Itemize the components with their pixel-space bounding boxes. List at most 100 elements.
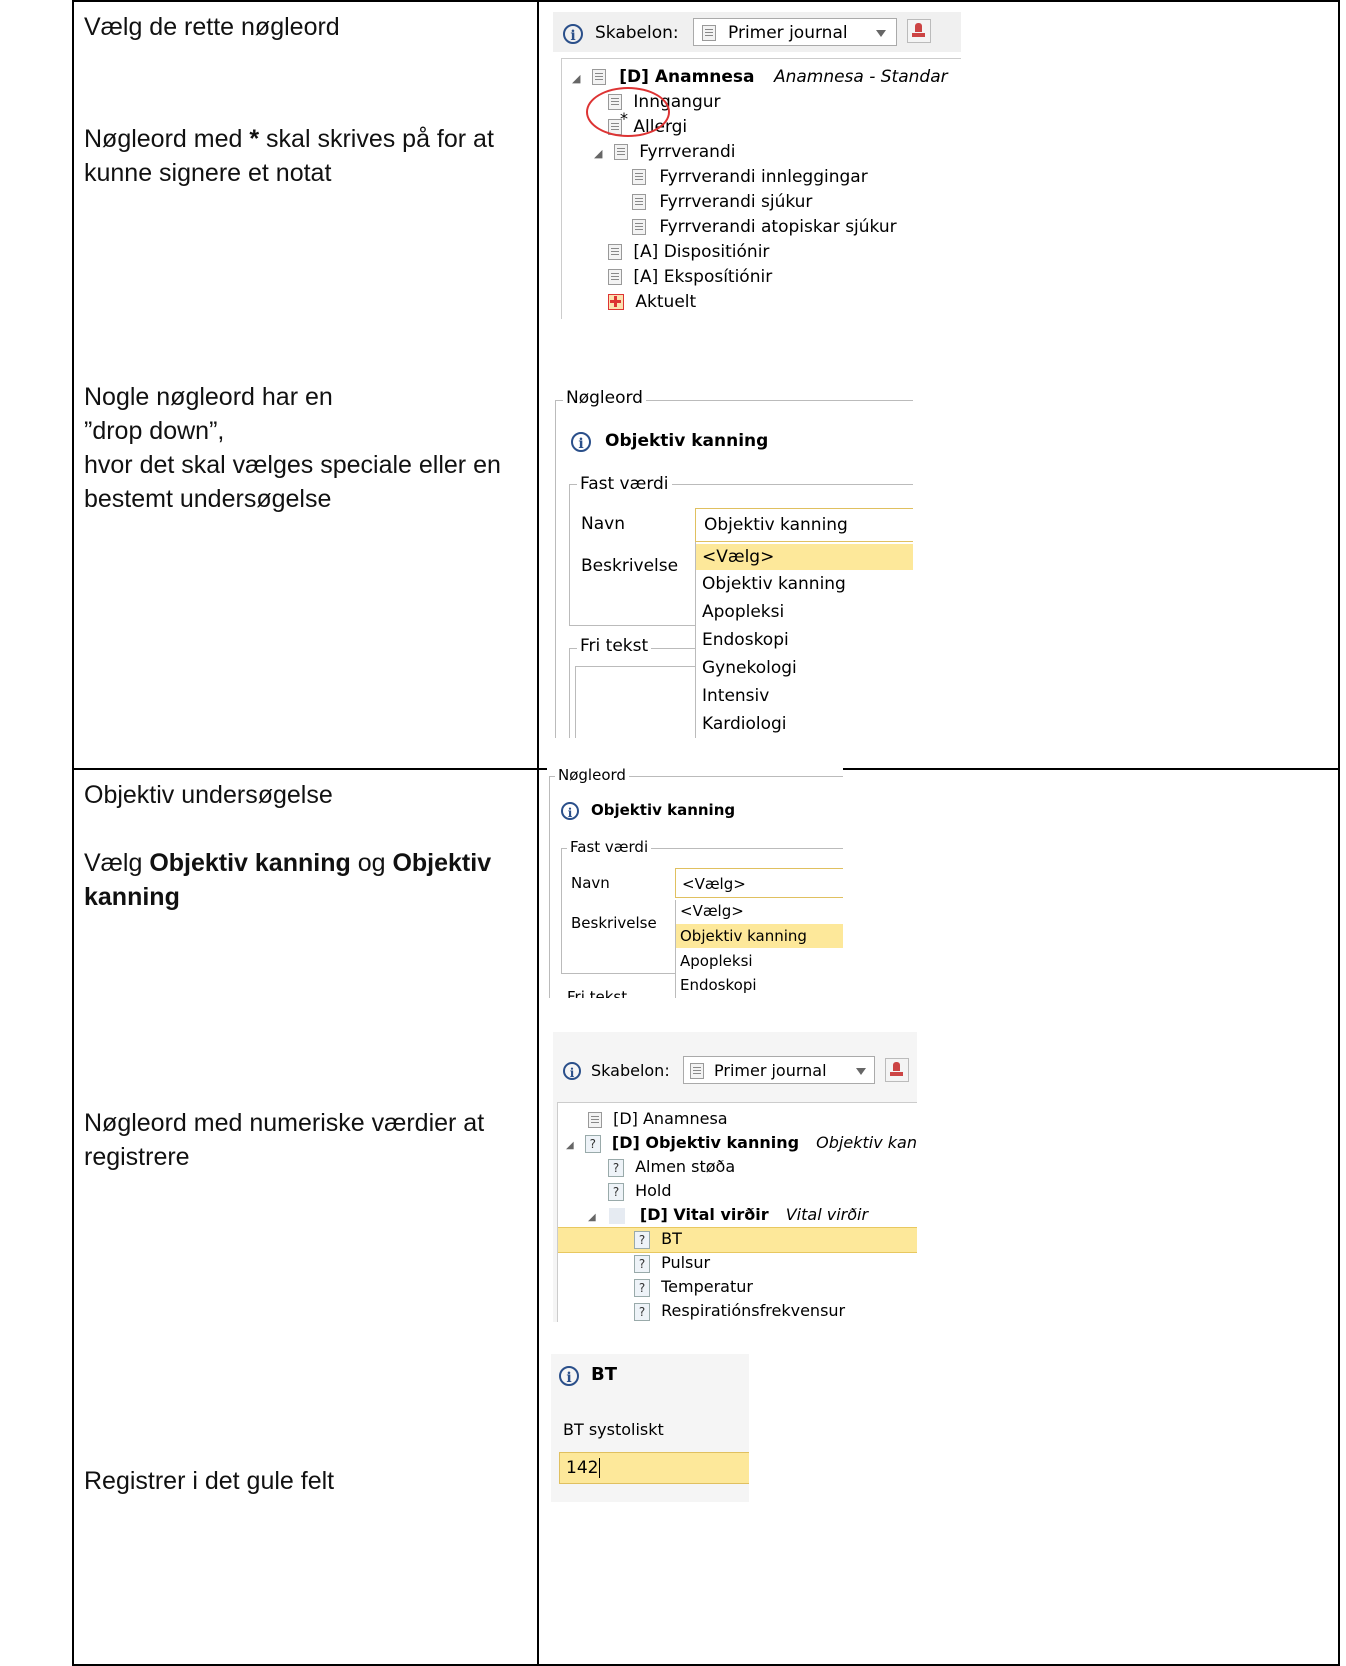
beskrivelse-label: Beskrivelse <box>571 914 657 932</box>
tree-label: Fyrrverandi atopiskar sjúkur <box>659 217 897 237</box>
template-select[interactable]: Primer journal <box>693 18 897 46</box>
navn-label: Navn <box>571 874 610 892</box>
tree-node-fyrrverandi-sjukur[interactable]: Fyrrverandi sjúkur <box>632 192 812 212</box>
row2-right-cell: Nøgleord i Objektiv kanning Fast værdi N… <box>537 766 1340 1666</box>
info-icon: i <box>563 24 583 44</box>
fast-vaerdi-legend: Fast værdi <box>577 474 672 494</box>
row1-right-cell: i Skabelon: Primer journal ◢ [D] Anamnes… <box>537 0 1340 770</box>
select-note-part-c: og <box>350 849 393 877</box>
dropdown-note-line1: Nogle nøgleord har en <box>84 383 333 411</box>
tree-label: [D] Objektiv kanning <box>611 1133 800 1152</box>
row2-left-cell: Objektiv undersøgelse Vælg Objektiv kann… <box>72 768 539 1666</box>
row1-left-cell: Vælg de rette nøgleord Nøgleord med * sk… <box>72 0 539 770</box>
tree-view: ◢ [D] Anamnesa Anamnesa - Standar Inngan… <box>561 58 961 319</box>
tree-label: Fyrrverandi innleggingar <box>659 167 868 187</box>
tree-node-aktuelt[interactable]: Aktuelt <box>608 292 696 312</box>
numeric-note-line1: Nøgleord med numeriske værdier at <box>84 1109 485 1137</box>
tree-node-almen-stoda[interactable]: ? Almen støða <box>608 1157 735 1177</box>
document-icon <box>632 219 646 235</box>
keyword-title: Objektiv kanning <box>605 431 769 451</box>
fri-tekst-legend: Fri tekst <box>567 988 628 998</box>
highlight-circle <box>586 87 670 137</box>
dropdown-option[interactable]: Endoskopi <box>680 976 757 994</box>
tree-label: [A] Dispositiónir <box>633 242 770 262</box>
dropdown-option[interactable]: Gynekologi <box>702 658 797 678</box>
bt-systoliskt-input[interactable]: 142 <box>559 1452 749 1484</box>
fri-tekst-legend: Fri tekst <box>577 636 652 656</box>
folder-icon <box>608 1207 625 1224</box>
dropdown-option[interactable]: Apopleksi <box>680 952 753 970</box>
navn-field[interactable]: Objektiv kanning <box>695 508 913 542</box>
dropdown-option[interactable]: Endoskopi <box>702 630 789 650</box>
dropdown-option[interactable]: Apopleksi <box>702 602 784 622</box>
tree-description: Vital virðir <box>785 1205 869 1224</box>
document-icon <box>591 69 606 85</box>
tree-node-ekspositionir[interactable]: [A] Eksposítiónir <box>608 267 772 287</box>
beskrivelse-label: Beskrivelse <box>581 556 679 576</box>
skabelon-label: Skabelon: <box>595 23 679 43</box>
navn-label: Navn <box>581 514 625 534</box>
tree-label: [A] Eksposítiónir <box>633 267 773 287</box>
document-icon <box>632 169 646 185</box>
tree-label: Fyrrverandi <box>639 142 736 162</box>
keyword-title: BT <box>591 1364 617 1385</box>
chevron-down-icon <box>856 1068 866 1075</box>
tree-node-hold[interactable]: ? Hold <box>608 1181 672 1201</box>
tree-node-bt[interactable]: ? BT <box>634 1229 682 1249</box>
row1-star-note: Nøgleord med * skal skrives på for at ku… <box>84 122 494 190</box>
tree-node-temperatur[interactable]: ? Temperatur <box>634 1277 753 1297</box>
tree-node-fyrrverandi-innleggingar[interactable]: Fyrrverandi innleggingar <box>632 167 868 187</box>
tree-node-fyrrverandi-atopiskar[interactable]: Fyrrverandi atopiskar sjúkur <box>632 217 897 237</box>
dropdown-option[interactable]: Kardiologi <box>702 714 787 734</box>
tree-label: [D] Anamnesa <box>613 1109 728 1128</box>
tree-node-respirationsfrekvensur[interactable]: ? Respiratiónsfrekvensur <box>634 1301 845 1321</box>
fri-tekst-input[interactable] <box>575 666 696 738</box>
tree-node-vital-virdir[interactable]: ◢ [D] Vital virðir Vital virðir <box>588 1205 868 1224</box>
row2-select-note: Vælg Objektiv kanning og Objektiv kannin… <box>84 846 491 914</box>
tree-label: [D] Vital virðir <box>639 1205 769 1224</box>
screenshot-template-tree: i Skabelon: Primer journal ◢ [D] Anamnes… <box>553 12 961 319</box>
tree-label: Pulsur <box>661 1253 711 1272</box>
tree-node-dispositionir[interactable]: [A] Dispositiónir <box>608 242 769 262</box>
row2-heading: Objektiv undersøgelse <box>84 781 333 809</box>
tree-label: Almen støða <box>635 1157 736 1176</box>
tree-label: Respiratiónsfrekvensur <box>661 1301 846 1320</box>
dropdown-option-selected[interactable]: <Vælg> <box>696 544 913 570</box>
navn-field-value: Objektiv kanning <box>704 515 848 535</box>
skabelon-label: Skabelon: <box>591 1061 670 1080</box>
question-icon: ? <box>634 1230 650 1249</box>
select-note-bold-2: Objektiv <box>392 849 492 877</box>
info-icon: i <box>561 802 579 820</box>
tree-label: Temperatur <box>661 1277 753 1296</box>
chevron-down-icon <box>876 30 886 37</box>
tree-node-anamnesa[interactable]: ◢ [D] Anamnesa Anamnesa - Standar <box>572 67 948 87</box>
tree-node-pulsur[interactable]: ? Pulsur <box>634 1253 710 1273</box>
medical-cross-icon <box>608 294 624 310</box>
noegleord-legend: Nøgleord <box>563 388 646 408</box>
tree-view: [D] Anamnesa ◢ ? [D] Objektiv kanning Ob… <box>557 1102 917 1322</box>
question-icon: ? <box>584 1134 601 1153</box>
dropdown-option[interactable]: Objektiv kanning <box>702 574 846 594</box>
stamp-icon[interactable] <box>885 1058 909 1082</box>
instruction-table: Vælg de rette nøgleord Nøgleord med * sk… <box>72 0 1340 1666</box>
template-icon <box>702 25 716 41</box>
template-icon <box>690 1063 704 1079</box>
tree-node-objektiv-kanning[interactable]: ◢ ? [D] Objektiv kanning Objektiv kanni <box>566 1133 917 1153</box>
dropdown-note-line4: bestemt undersøgelse <box>84 485 332 513</box>
template-select[interactable]: Primer journal <box>683 1056 875 1084</box>
tree-node-anamnesa[interactable]: [D] Anamnesa <box>588 1109 728 1128</box>
stamp-icon[interactable] <box>907 19 931 43</box>
dropdown-option[interactable]: <Vælg> <box>680 902 744 920</box>
dropdown-option-selected[interactable]: Objektiv kanning <box>676 924 843 948</box>
navn-field[interactable]: <Vælg> <box>675 868 843 898</box>
screenshot-keyword-dropdown: Nøgleord i Objektiv kanning Fast værdi N… <box>553 386 913 738</box>
bt-systoliskt-label: BT systoliskt <box>563 1420 664 1439</box>
template-select-value: Primer journal <box>714 1061 827 1080</box>
fast-vaerdi-legend: Fast værdi <box>567 838 652 856</box>
dropdown-note-line2: ”drop down”, <box>84 417 225 445</box>
tree-node-fyrrverandi[interactable]: ◢ Fyrrverandi <box>594 142 735 162</box>
question-icon: ? <box>634 1302 650 1321</box>
dropdown-option[interactable]: Intensiv <box>702 686 769 706</box>
tree-label: Aktuelt <box>635 292 697 312</box>
noegleord-legend: Nøgleord <box>555 766 629 784</box>
